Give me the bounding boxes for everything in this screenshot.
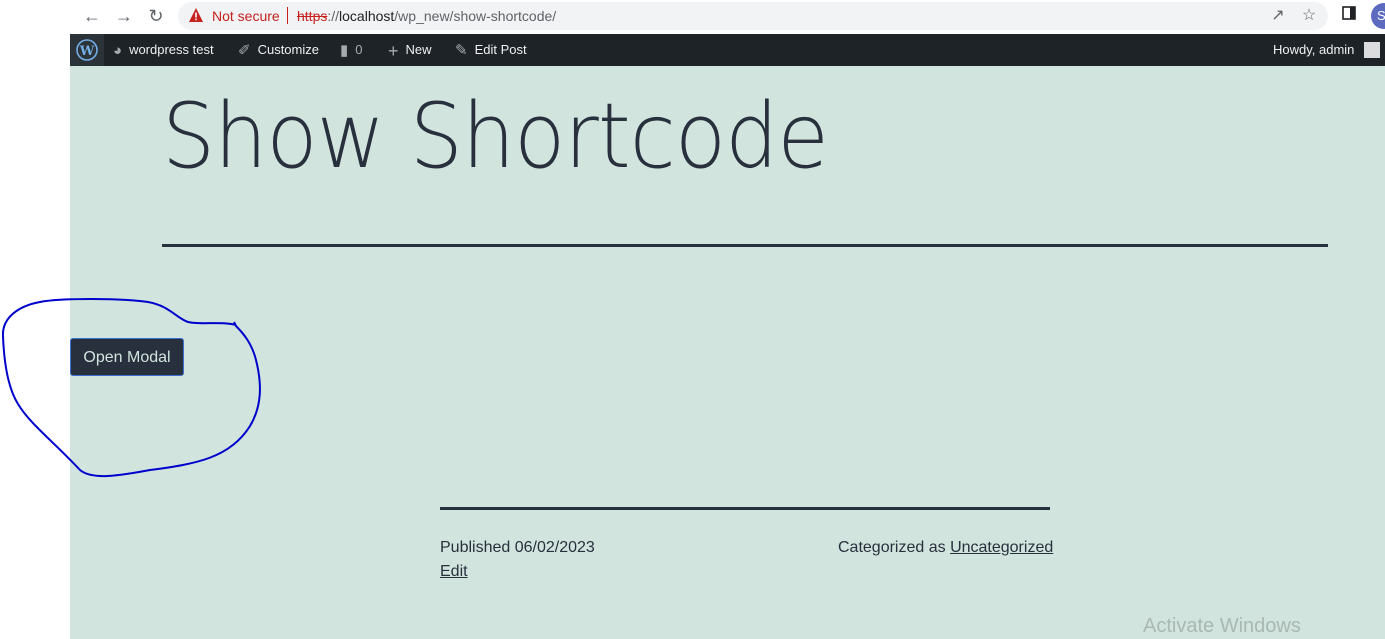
open-modal-button[interactable]: Open Modal [70,338,184,376]
star-icon[interactable]: ☆ [1299,6,1319,26]
category-link[interactable]: Uncategorized [950,539,1053,556]
browser-toolbar: ← → ↻ Not secure https://localhost/wp_ne… [0,0,1385,34]
new-content-menu[interactable]: + New [388,34,432,66]
account-menu[interactable]: Howdy, admin [1273,34,1381,66]
share-icon[interactable]: ↗ [1268,6,1288,26]
wp-admin-bar: W ◕ wordpress test ✐ Customize ▮ 0 + New ✎ Ed… [70,34,1385,66]
customize-link[interactable]: ✐ Customize [238,34,319,66]
page-title: Show Shortcode [162,84,829,189]
url-host: localhost [339,8,395,24]
reload-icon[interactable]: ↻ [144,5,168,27]
customize-label: Customize [257,42,319,57]
edit-post-link[interactable]: ✎ Edit Post [455,34,527,66]
not-secure-label[interactable]: Not secure [212,8,280,24]
comments-link[interactable]: ▮ 0 [340,34,363,66]
back-icon[interactable]: ← [80,5,104,27]
edit-link-wrap: Edit [440,563,468,581]
warning-icon [189,8,203,22]
edit-link[interactable]: Edit [440,563,468,580]
published-date: Published 06/02/2023 [440,539,595,556]
svg-text:W: W [79,44,95,59]
profile-avatar[interactable]: S [1371,3,1385,29]
new-label: New [405,42,432,57]
site-name-menu[interactable]: ◕ wordpress test [113,34,214,66]
title-divider [162,244,1328,247]
comment-bubble-icon: ▮ [340,41,349,59]
url-text[interactable]: https://localhost/wp_new/show-shortcode/ [297,8,556,24]
page-content: Show Shortcode Open Modal Published 06/0… [70,66,1385,639]
wordpress-logo-icon[interactable]: W [70,34,104,66]
pencil-icon: ✎ [455,41,468,59]
address-bar[interactable]: Not secure https://localhost/wp_new/show… [178,2,1328,30]
side-panel-icon[interactable] [1338,5,1360,27]
url-separator: :// [327,8,340,24]
url-scheme: https [297,8,328,24]
plus-icon: + [388,40,399,61]
howdy-label: Howdy, admin [1273,42,1355,57]
category-meta: Categorized as Uncategorized [838,539,1053,557]
site-name-label: wordpress test [129,42,214,57]
activate-windows-watermark: Activate Windows [1143,615,1301,637]
omnibox-separator [287,7,288,24]
forward-icon[interactable]: → [112,5,136,27]
avatar [1364,41,1381,58]
left-gutter [0,34,70,639]
footer-divider [440,507,1050,510]
url-path: /wp_new/show-shortcode/ [394,8,557,24]
dashboard-icon: ◕ [113,41,123,59]
edit-post-label: Edit Post [474,42,527,57]
comments-count: 0 [355,42,363,57]
paintbrush-icon: ✐ [238,41,251,59]
categorized-label: Categorized as [838,539,951,556]
